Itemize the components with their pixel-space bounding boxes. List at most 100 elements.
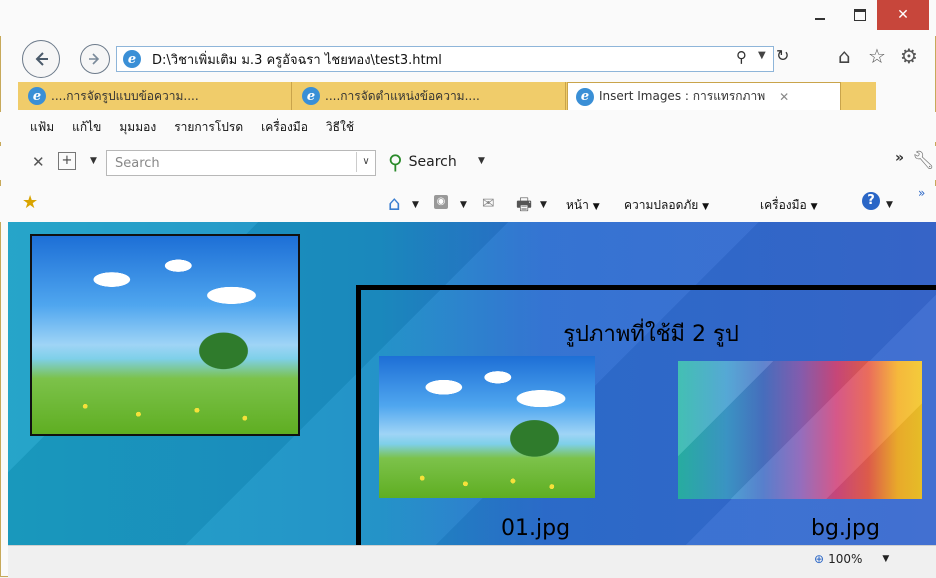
chevron-down-icon: ▼ bbox=[460, 200, 467, 210]
search-input-dropdown[interactable]: ∨ bbox=[356, 152, 375, 172]
chevron-down-icon: ∨ bbox=[362, 156, 370, 167]
close-window-button[interactable]: ✕ bbox=[877, 0, 929, 30]
tools-menu-label: เครื่องมือ bbox=[760, 198, 807, 212]
tab-text-align[interactable]: e ....การจัดตำแหน่งข้อความ.... bbox=[294, 82, 566, 110]
image-01-caption: 01.jpg bbox=[501, 516, 571, 541]
home-icon: ⌂ bbox=[388, 191, 401, 215]
mail-button[interactable]: ✉ bbox=[482, 194, 495, 212]
help-icon: ? bbox=[867, 193, 875, 208]
menu-tools[interactable]: เครื่องมือ bbox=[261, 118, 308, 137]
tab-label: ....การจัดรูปแบบข้อความ.... bbox=[51, 88, 199, 103]
tab-text-format[interactable]: e ....การจัดรูปแบบข้อความ.... bbox=[20, 82, 292, 110]
close-icon: ✕ bbox=[897, 7, 909, 23]
command-overflow-button[interactable]: » bbox=[918, 186, 925, 200]
home-button[interactable]: ⌂ bbox=[838, 44, 851, 68]
menu-bar: แฟ้ม แก้ไข มุมมอง รายการโปรด เครื่องมือ … bbox=[0, 112, 936, 142]
back-button[interactable] bbox=[22, 40, 60, 78]
chevron-down-icon: ▼ bbox=[478, 156, 485, 166]
forward-button[interactable] bbox=[80, 44, 110, 74]
tab-label: ....การจัดตำแหน่งข้อความ.... bbox=[325, 88, 480, 103]
ie-tab-icon: e bbox=[302, 87, 320, 105]
menu-favorites[interactable]: รายการโปรด bbox=[174, 118, 243, 137]
wrench-icon: 🔧︎ bbox=[912, 150, 935, 171]
menu-view[interactable]: มุมมอง bbox=[119, 118, 156, 137]
tab-insert-images[interactable]: e Insert Images : การแทรกภาพ ✕ bbox=[567, 82, 841, 110]
toolbar-options-button[interactable]: 🔧︎ bbox=[912, 150, 935, 171]
title-bar bbox=[0, 0, 936, 36]
gear-icon: ⚙ bbox=[900, 44, 918, 68]
toolbar-overflow-button[interactable]: » bbox=[895, 150, 904, 166]
images-panel: รูปภาพที่ใช้มี 2 รูป 01.jpg bg.jpg bbox=[356, 285, 936, 545]
maximize-icon bbox=[854, 9, 866, 21]
menu-help[interactable]: วิธีใช้ bbox=[326, 118, 354, 137]
zoom-control[interactable]: ⊕ 100% ▼ bbox=[814, 552, 889, 566]
double-chevron-icon: » bbox=[895, 150, 905, 166]
back-icon bbox=[35, 52, 48, 66]
search-button[interactable]: ⚲ Search bbox=[388, 150, 457, 174]
refresh-button[interactable]: ↻ bbox=[776, 46, 789, 65]
favorites-button[interactable]: ☆ bbox=[868, 44, 886, 68]
help-button[interactable]: ? bbox=[862, 192, 880, 210]
ie-tab-icon: e bbox=[28, 87, 46, 105]
chevron-down-icon: ▼ bbox=[702, 202, 710, 212]
page-menu-label: หน้า bbox=[566, 198, 589, 212]
close-tab-icon[interactable]: ✕ bbox=[779, 90, 789, 104]
zoom-level: 100% bbox=[828, 552, 863, 566]
search-options-dropdown[interactable]: ▼ bbox=[478, 156, 485, 166]
toolbar-close-button[interactable]: ✕ bbox=[32, 153, 45, 171]
double-chevron-icon: » bbox=[918, 186, 926, 200]
add-search-button[interactable]: + bbox=[58, 152, 76, 170]
menu-file[interactable]: แฟ้ม bbox=[30, 118, 54, 137]
address-text: D:\วิชาเพิ่มเติม ม.3 ครูอัจฉรา ไชยทอง\te… bbox=[152, 52, 442, 68]
chevron-down-icon: ▼ bbox=[90, 156, 97, 166]
print-icon: 🖶 bbox=[516, 195, 533, 215]
print-button[interactable]: 🖶 bbox=[516, 192, 532, 221]
address-search-button[interactable]: ⚲ bbox=[736, 48, 747, 66]
feeds-icon: ◉ bbox=[436, 196, 446, 207]
minimize-icon bbox=[815, 18, 825, 20]
search-provider-dropdown[interactable]: ▼ bbox=[90, 156, 97, 166]
search-button-label: Search bbox=[408, 154, 457, 170]
chevron-down-icon: ▼ bbox=[540, 200, 547, 210]
search-input[interactable]: Search bbox=[106, 150, 376, 176]
chevron-down-icon: ▼ bbox=[412, 200, 419, 210]
plus-icon: + bbox=[61, 153, 73, 168]
background-landscape-image bbox=[30, 234, 300, 436]
add-favorites-button[interactable]: ★ bbox=[22, 192, 38, 213]
safety-menu-label: ความปลอดภัย bbox=[624, 198, 699, 212]
chevron-down-icon: ▼ bbox=[882, 554, 890, 564]
print-dropdown[interactable]: ▼ bbox=[540, 200, 547, 210]
tools-menu[interactable]: เครื่องมือ ▼ bbox=[760, 196, 818, 215]
image-bg-caption: bg.jpg bbox=[811, 516, 880, 541]
help-dropdown[interactable]: ▼ bbox=[886, 200, 893, 210]
chevron-down-icon: ▼ bbox=[810, 202, 818, 212]
safety-menu[interactable]: ความปลอดภัย ▼ bbox=[624, 196, 709, 215]
image-01 bbox=[379, 356, 595, 498]
settings-button[interactable]: ⚙ bbox=[900, 44, 918, 68]
page-content: รูปภาพที่ใช้มี 2 รูป 01.jpg bg.jpg bbox=[8, 222, 936, 545]
search-icon: ⚲ bbox=[736, 48, 747, 66]
mail-icon: ✉ bbox=[482, 194, 495, 212]
refresh-icon: ↻ bbox=[776, 46, 790, 65]
menu-edit[interactable]: แก้ไข bbox=[72, 118, 101, 137]
favorites-icon: ☆ bbox=[868, 44, 886, 68]
feeds-dropdown[interactable]: ▼ bbox=[460, 200, 467, 210]
ie-page-icon: e bbox=[123, 50, 141, 68]
home-command-button[interactable]: ⌂ bbox=[388, 191, 401, 215]
page-menu[interactable]: หน้า ▼ bbox=[566, 196, 600, 215]
search-placeholder: Search bbox=[115, 155, 160, 171]
feeds-button[interactable]: ◉ bbox=[434, 195, 448, 209]
address-bar[interactable]: e D:\วิชาเพิ่มเติม ม.3 ครูอัจฉรา ไชยทอง\… bbox=[116, 46, 774, 72]
home-dropdown[interactable]: ▼ bbox=[412, 200, 419, 210]
address-dropdown[interactable]: ▼ bbox=[758, 50, 766, 61]
forward-icon bbox=[89, 53, 100, 65]
tab-label: Insert Images : การแทรกภาพ bbox=[599, 89, 766, 103]
chevron-down-icon: ▼ bbox=[886, 200, 893, 210]
add-favorites-icon: ★ bbox=[22, 192, 39, 213]
home-icon: ⌂ bbox=[838, 44, 851, 68]
close-icon: ✕ bbox=[32, 153, 45, 171]
zoom-icon: ⊕ bbox=[814, 552, 825, 566]
panel-heading: รูปภาพที่ใช้มี 2 รูป bbox=[563, 322, 739, 347]
ie-tab-icon: e bbox=[576, 87, 594, 106]
search-icon: ⚲ bbox=[388, 150, 403, 174]
